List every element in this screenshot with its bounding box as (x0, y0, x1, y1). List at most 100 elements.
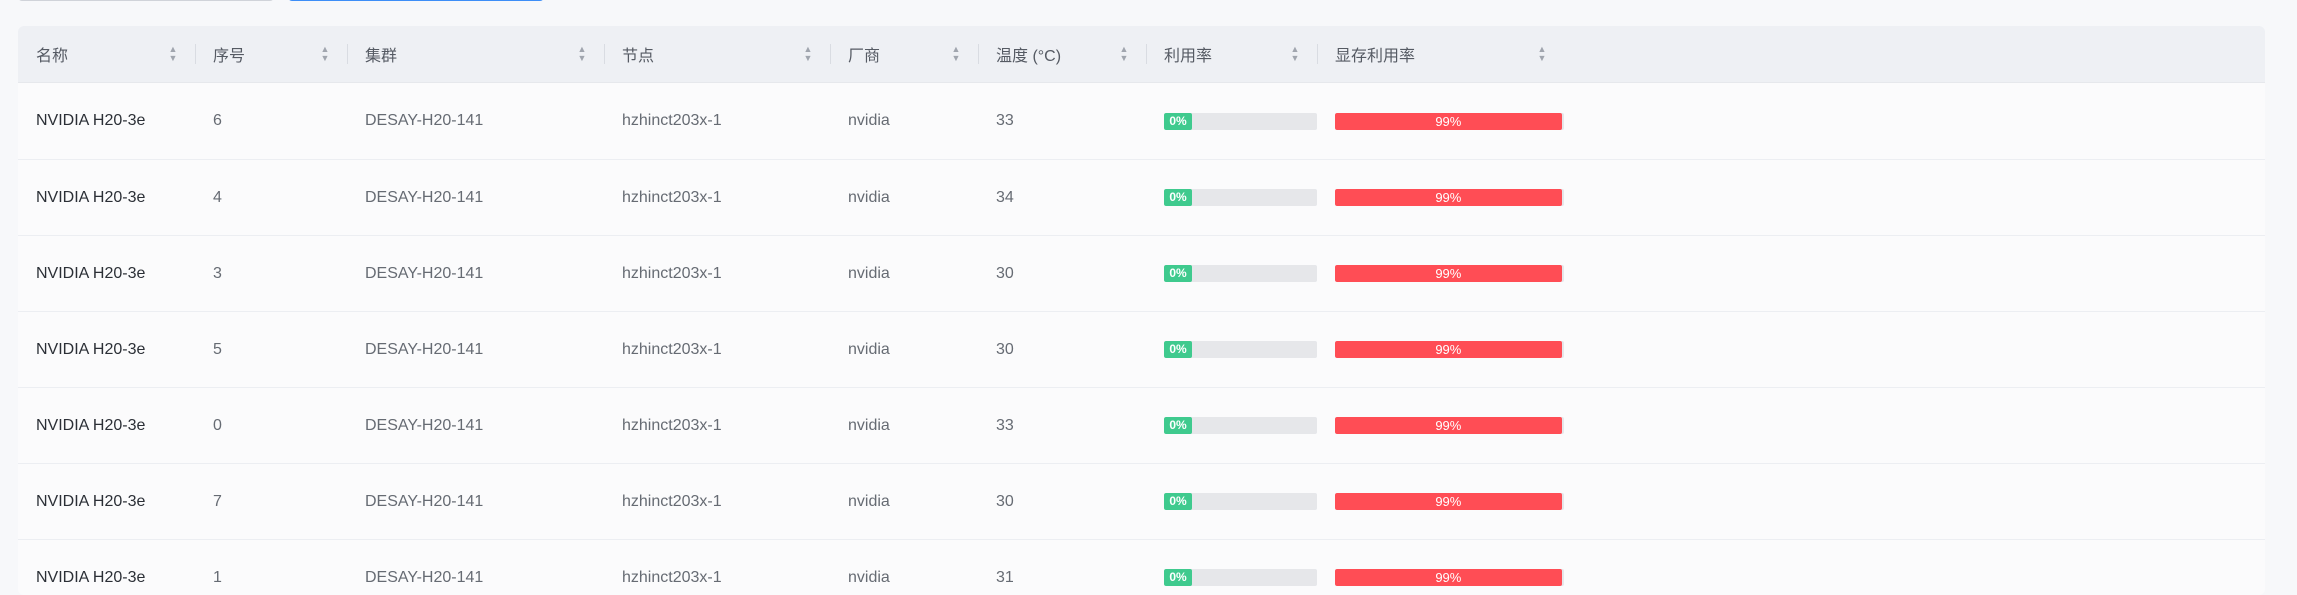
cell-name: NVIDIA H20-3e (36, 340, 146, 358)
memory-progress-fill: 99% (1335, 569, 1562, 586)
column-header-index[interactable]: 序号 ▲ ▼ (195, 26, 347, 82)
cell-name: NVIDIA H20-3e (36, 264, 146, 282)
sort-caret-icon[interactable]: ▲ ▼ (1118, 44, 1130, 64)
sort-caret-icon[interactable]: ▲ ▼ (1289, 44, 1301, 64)
top-controls (0, 0, 2297, 4)
table-row[interactable]: NVIDIA H20-3e 3 DESAY-H20-141 hzhinct203x-1… (18, 236, 2265, 312)
cell-memory-utilization: 99% (1317, 236, 1564, 311)
column-header-temperature[interactable]: 温度 (°C) ▲ ▼ (978, 26, 1146, 82)
memory-progress-bar: 99% (1335, 417, 1564, 434)
cell-utilization: 0% (1146, 464, 1317, 539)
column-header-cluster[interactable]: 集群 ▲ ▼ (347, 26, 604, 82)
cell-index: 3 (213, 264, 222, 282)
sort-caret-icon[interactable]: ▲ ▼ (1536, 44, 1548, 64)
utilization-progress-fill: 0% (1164, 493, 1192, 510)
cell-temperature: 30 (996, 264, 1014, 282)
cell-memory-utilization: 99% (1317, 83, 1564, 159)
column-header-label: 温度 (°C) (996, 48, 1062, 65)
cell-temperature: 33 (996, 112, 1014, 129)
cell-memory-utilization: 99% (1317, 160, 1564, 235)
cell-cluster: DESAY-H20-141 (365, 264, 484, 282)
utilization-progress-bar: 0% (1164, 569, 1317, 586)
memory-progress-bar: 99% (1335, 341, 1564, 358)
cell-memory-utilization: 99% (1317, 388, 1564, 463)
cell-temperature: 30 (996, 340, 1014, 358)
table-row[interactable]: NVIDIA H20-3e 4 DESAY-H20-141 hzhinct203x-1… (18, 160, 2265, 236)
cell-vendor: nvidia (848, 416, 890, 434)
cell-temperature: 30 (996, 492, 1014, 510)
memory-progress-bar: 99% (1335, 569, 1564, 586)
column-header-label: 利用率 (1164, 48, 1213, 65)
memory-progress-bar: 99% (1335, 265, 1564, 282)
cell-utilization: 0% (1146, 312, 1317, 387)
cell-cluster: DESAY-H20-141 (365, 568, 484, 586)
column-header-memory_utilization[interactable]: 显存利用率 ▲ ▼ (1317, 26, 1564, 82)
gpu-table: 名称 ▲ ▼ 序号 ▲ ▼ 集群 ▲ ▼ 节点 ▲ ▼ 厂商 ▲ ▼ 温度 (°C) ▲ ▼ 利用率 ▲ ▼ 显存利用率 ▲… (18, 26, 2265, 595)
table-row[interactable]: NVIDIA H20-3e 0 DESAY-H20-141 hzhinct203x-1… (18, 388, 2265, 464)
cell-name: NVIDIA H20-3e (36, 492, 146, 510)
cell-name: NVIDIA H20-3e (36, 112, 146, 129)
utilization-progress-fill: 0% (1164, 189, 1192, 206)
sort-caret-icon[interactable]: ▲ ▼ (319, 44, 331, 64)
cell-index: 7 (213, 492, 222, 510)
cell-name: NVIDIA H20-3e (36, 416, 146, 434)
sort-caret-icon[interactable]: ▲ ▼ (167, 44, 179, 64)
utilization-progress-bar: 0% (1164, 417, 1317, 434)
cell-name: NVIDIA H20-3e (36, 568, 146, 586)
memory-progress-bar: 99% (1335, 493, 1564, 510)
table-row[interactable]: NVIDIA H20-3e 6 DESAY-H20-141 hzhinct203x-1… (18, 83, 2265, 160)
cell-vendor: nvidia (848, 492, 890, 510)
cell-vendor: nvidia (848, 188, 890, 206)
table-body: NVIDIA H20-3e 6 DESAY-H20-141 hzhinct203x-1… (18, 83, 2265, 595)
memory-progress-fill: 99% (1335, 189, 1562, 206)
cell-name: NVIDIA H20-3e (36, 188, 146, 206)
table-row[interactable]: NVIDIA H20-3e 1 DESAY-H20-141 hzhinct203x-1… (18, 540, 2265, 595)
cell-index: 4 (213, 188, 222, 206)
sort-caret-icon[interactable]: ▲ ▼ (576, 44, 588, 64)
table-header: 名称 ▲ ▼ 序号 ▲ ▼ 集群 ▲ ▼ 节点 ▲ ▼ 厂商 ▲ ▼ 温度 (°C) ▲ ▼ 利用率 ▲ ▼ 显存利用率 ▲… (18, 26, 2265, 83)
cell-temperature: 33 (996, 416, 1014, 434)
cell-index: 0 (213, 416, 222, 434)
cell-node: hzhinct203x-1 (622, 340, 722, 358)
utilization-progress-bar: 0% (1164, 493, 1317, 510)
column-header-label: 名称 (36, 48, 69, 65)
column-header-vendor[interactable]: 厂商 ▲ ▼ (830, 26, 978, 82)
cell-utilization: 0% (1146, 540, 1317, 595)
cell-utilization: 0% (1146, 160, 1317, 235)
cell-vendor: nvidia (848, 112, 890, 129)
column-header-label: 厂商 (848, 48, 881, 65)
cell-temperature: 34 (996, 188, 1014, 206)
column-header-name[interactable]: 名称 ▲ ▼ (18, 26, 195, 82)
memory-progress-bar: 99% (1335, 112, 1564, 130)
column-header-label: 节点 (622, 48, 655, 65)
table-row[interactable]: NVIDIA H20-3e 5 DESAY-H20-141 hzhinct203x-1… (18, 312, 2265, 388)
table-row[interactable]: NVIDIA H20-3e 7 DESAY-H20-141 hzhinct203x-1… (18, 464, 2265, 540)
cell-utilization: 0% (1146, 388, 1317, 463)
utilization-progress-bar: 0% (1164, 189, 1317, 206)
sort-caret-icon[interactable]: ▲ ▼ (802, 44, 814, 64)
cell-memory-utilization: 99% (1317, 540, 1564, 595)
cell-vendor: nvidia (848, 340, 890, 358)
sort-caret-icon[interactable]: ▲ ▼ (950, 44, 962, 64)
column-header-label: 显存利用率 (1335, 48, 1416, 65)
utilization-progress-fill: 0% (1164, 265, 1192, 282)
memory-progress-fill: 99% (1335, 417, 1562, 434)
cell-node: hzhinct203x-1 (622, 492, 722, 510)
action-button[interactable] (288, 0, 544, 1)
search-input[interactable] (18, 0, 274, 1)
cell-cluster: DESAY-H20-141 (365, 112, 484, 129)
utilization-progress-fill: 0% (1164, 417, 1192, 434)
utilization-progress-fill: 0% (1164, 569, 1192, 586)
memory-progress-fill: 99% (1335, 493, 1562, 510)
utilization-progress-fill: 0% (1164, 341, 1192, 358)
cell-index: 6 (213, 112, 222, 129)
memory-progress-bar: 99% (1335, 189, 1564, 206)
cell-utilization: 0% (1146, 236, 1317, 311)
cell-memory-utilization: 99% (1317, 312, 1564, 387)
column-header-utilization[interactable]: 利用率 ▲ ▼ (1146, 26, 1317, 82)
cell-utilization: 0% (1146, 83, 1317, 159)
memory-progress-fill: 99% (1335, 341, 1562, 358)
cell-cluster: DESAY-H20-141 (365, 492, 484, 510)
column-header-node[interactable]: 节点 ▲ ▼ (604, 26, 830, 82)
cell-temperature: 31 (996, 568, 1014, 586)
